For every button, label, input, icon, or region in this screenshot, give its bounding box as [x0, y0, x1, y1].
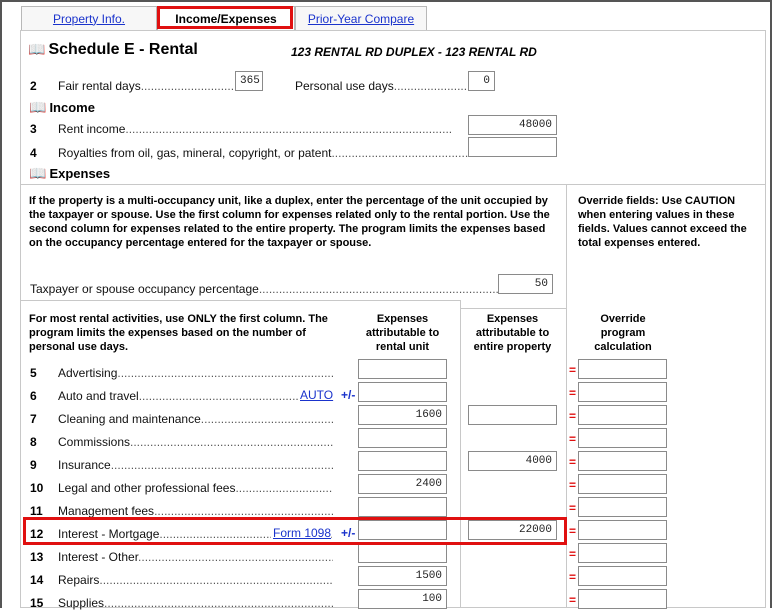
- divider: [566, 308, 567, 608]
- line-number: 2: [30, 79, 37, 93]
- line-number: 7: [30, 412, 37, 426]
- occupancy-percentage-label: Taxpayer or spouse occupancy percentage.…: [30, 282, 536, 296]
- divider: [460, 308, 567, 309]
- expense-link[interactable]: AUTO: [298, 388, 334, 402]
- rental-unit-input[interactable]: 100: [358, 589, 447, 609]
- tab-prior-year-compare-label[interactable]: Prior-Year Compare: [308, 12, 414, 26]
- page-title: 📖 Schedule E - Rental: [28, 41, 198, 59]
- override-input[interactable]: [578, 405, 667, 425]
- line-number: 4: [30, 146, 37, 160]
- equals-icon: =: [569, 409, 577, 423]
- override-caution-note: Override fields: Use CAUTION when enteri…: [578, 195, 747, 249]
- equals-icon: =: [569, 570, 577, 584]
- column-header-entire-property: Expenses attributable to entire property: [473, 313, 552, 353]
- line-number: 10: [30, 481, 44, 495]
- expenses-heading: 📖 Expenses: [29, 165, 111, 181]
- expense-label: Insurance...............................…: [58, 458, 333, 472]
- column-header-override: Override program calculation: [594, 313, 652, 353]
- expense-label: Auto and travel.........................…: [58, 389, 333, 403]
- property-name: 123 RENTAL RD DUPLEX - 123 RENTAL RD: [291, 45, 537, 59]
- divider: [460, 300, 461, 608]
- line-number: 14: [30, 573, 44, 587]
- expense-label: Legal and other professional fees.......…: [58, 481, 333, 495]
- expense-label: Management fees.........................…: [58, 504, 333, 518]
- equals-icon: =: [569, 386, 577, 400]
- override-input[interactable]: [578, 382, 667, 402]
- line-number: 6: [30, 389, 37, 403]
- equals-icon: =: [569, 593, 577, 607]
- royalties-label: Royalties from oil, gas, mineral, copyri…: [58, 146, 469, 160]
- rental-unit-input[interactable]: [358, 382, 447, 402]
- expense-label: Interest - Other........................…: [58, 550, 333, 564]
- override-input[interactable]: [578, 359, 667, 379]
- equals-icon: =: [569, 478, 577, 492]
- rental-unit-input[interactable]: [358, 451, 447, 471]
- divider: [21, 300, 461, 301]
- divider: [566, 184, 567, 308]
- income-heading: 📖 Income: [29, 99, 95, 115]
- equals-icon: =: [569, 455, 577, 469]
- personal-use-days-label: Personal use days.......................…: [295, 79, 474, 93]
- multi-occupancy-info: If the property is a multi-occupancy uni…: [29, 195, 550, 249]
- plus-minus-icon[interactable]: +/-: [341, 388, 355, 402]
- royalties-input[interactable]: [468, 137, 557, 157]
- rental-unit-input[interactable]: 1600: [358, 405, 447, 425]
- equals-icon: =: [569, 501, 577, 515]
- rental-unit-input[interactable]: 2400: [358, 474, 447, 494]
- rental-unit-input[interactable]: 1500: [358, 566, 447, 586]
- override-input[interactable]: [578, 451, 667, 471]
- personal-use-days-input[interactable]: 0: [468, 71, 495, 91]
- rental-unit-input[interactable]: [358, 359, 447, 379]
- rental-unit-input[interactable]: [358, 428, 447, 448]
- tab-property-info[interactable]: Property Info.: [21, 6, 157, 30]
- equals-icon: =: [569, 547, 577, 561]
- interest-mortgage-highlight: [23, 517, 567, 545]
- tab-property-info-label[interactable]: Property Info.: [53, 12, 125, 26]
- equals-icon: =: [569, 363, 577, 377]
- fair-rental-days-label: Fair rental days........................…: [58, 79, 265, 93]
- page-title-text: Schedule E - Rental: [48, 41, 198, 58]
- occupancy-percentage-input[interactable]: 50: [498, 274, 553, 294]
- expense-label: Commissions.............................…: [58, 435, 333, 449]
- equals-icon: =: [569, 524, 577, 538]
- override-input[interactable]: [578, 474, 667, 494]
- rental-activities-note: For most rental activities, use ONLY the…: [29, 313, 328, 353]
- book-icon[interactable]: 📖: [28, 41, 45, 57]
- line-number: 5: [30, 366, 37, 380]
- override-input[interactable]: [578, 497, 667, 517]
- expense-label: Advertising.............................…: [58, 366, 333, 380]
- book-icon[interactable]: 📖: [29, 165, 46, 181]
- override-input[interactable]: [578, 589, 667, 609]
- override-input[interactable]: [578, 566, 667, 586]
- divider: [21, 184, 766, 185]
- rental-unit-input[interactable]: [358, 543, 447, 563]
- rental-unit-input[interactable]: [358, 497, 447, 517]
- line-number: 9: [30, 458, 37, 472]
- active-tab-highlight: [157, 6, 293, 29]
- override-input[interactable]: [578, 428, 667, 448]
- rent-income-label: Rent income.............................…: [58, 122, 453, 136]
- expense-label: Cleaning and maintenance................…: [58, 412, 333, 426]
- expense-label: Repairs.................................…: [58, 573, 333, 587]
- override-input[interactable]: [578, 520, 667, 540]
- entire-property-input[interactable]: 4000: [468, 451, 557, 471]
- entire-property-input[interactable]: [468, 405, 557, 425]
- line-number: 3: [30, 122, 37, 136]
- override-input[interactable]: [578, 543, 667, 563]
- rent-income-input[interactable]: 48000: [468, 115, 557, 135]
- fair-rental-days-input[interactable]: 365: [235, 71, 263, 91]
- column-header-rental-unit: Expenses attributable to rental unit: [365, 313, 440, 353]
- tab-bar: Property Info. Income/Expenses Prior-Yea…: [2, 2, 768, 31]
- line-number: 13: [30, 550, 44, 564]
- line-number: 11: [30, 504, 43, 518]
- tab-prior-year-compare[interactable]: Prior-Year Compare: [295, 6, 427, 30]
- book-icon[interactable]: 📖: [29, 99, 46, 115]
- line-number: 8: [30, 435, 37, 449]
- equals-icon: =: [569, 432, 577, 446]
